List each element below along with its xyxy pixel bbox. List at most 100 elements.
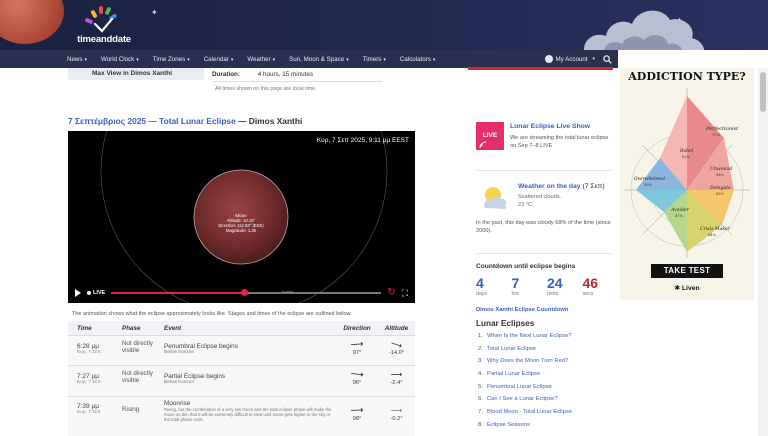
nav-item-news[interactable]: News ▾ <box>60 56 94 63</box>
nav-item-weather[interactable]: Weather ▾ <box>240 56 282 63</box>
row-altitude: -2.4° <box>390 380 403 386</box>
chevron-down-icon: ▾ <box>432 56 436 63</box>
svg-text:62%: 62% <box>716 192 725 196</box>
event-location: — Dimos Xanthi <box>235 116 303 126</box>
svg-text:Overwhelmed: Overwhelmed <box>634 177 665 182</box>
row-phase: Not directly visible <box>122 340 153 354</box>
live-show-title[interactable]: Lunar Eclipse Live Show <box>510 123 590 130</box>
divider <box>476 253 612 254</box>
ad-title: ADDICTION TYPE? <box>628 70 746 83</box>
my-account-menu[interactable]: My Account ▾ <box>544 55 595 63</box>
eclipse-sky-diagram: Moon Altitude: 10.16° Direction: 112.83°… <box>100 131 388 303</box>
header-time: Time <box>77 324 92 332</box>
row-event-sub: Below horizon <box>164 380 195 385</box>
lunar-eclipses-list: 1. When Is the Next Lunar Eclipse? 2. Tota… <box>478 333 572 435</box>
weather-history: In the past, this day was cloudy 68% of … <box>476 220 611 234</box>
site-header: timeanddate ✦ ✦ <box>0 0 768 50</box>
row-phase: Not directly visible <box>122 370 153 384</box>
accent-bar <box>468 67 613 70</box>
list-item[interactable]: 3. Why Does the Moon Turn Red? <box>478 358 572 371</box>
weather-condition: Scattered clouds. <box>518 194 562 200</box>
nav-item-sun-moon-space[interactable]: Sun, Moon & Space ▾ <box>282 56 356 63</box>
row-date: Κυρ, 7 Σεπ <box>77 410 101 415</box>
live-indicator[interactable]: LIVE <box>87 290 105 296</box>
eclipse-animation[interactable]: Moon Altitude: 10.16° Direction: 112.83°… <box>68 131 415 303</box>
fullscreen-icon[interactable]: ⛶ <box>402 288 408 298</box>
svg-text:Unwound: Unwound <box>710 166 732 172</box>
animation-timestamp: Κυρ, 7 Σεπ 2025, 9:11 μμ EEST <box>316 137 409 144</box>
direction-arrow-icon: ⟶ <box>350 404 364 416</box>
star-icon: ✦ <box>151 8 158 17</box>
svg-text:Rebel: Rebel <box>679 148 694 154</box>
chevron-down-icon: ▾ <box>84 56 87 63</box>
search-icon[interactable] <box>603 54 612 64</box>
row-event: Partial Eclipse begins <box>164 373 226 380</box>
live-show-text: We are streaming the total lunar eclipse… <box>510 135 609 149</box>
row-altitude: -0.2° <box>390 416 403 422</box>
nav-item-calendar[interactable]: Calendar ▾ <box>197 56 241 63</box>
page-scrollbar[interactable] <box>758 68 768 436</box>
nav-item-calculators[interactable]: Calculators ▾ <box>393 56 442 63</box>
chevron-down-icon: ▾ <box>187 56 190 63</box>
list-item[interactable]: 6. Can I See a Lunar Eclipse? <box>478 396 572 409</box>
list-item[interactable]: 5. Penumbral Lunar Eclipse <box>478 384 572 397</box>
row-event-sub: Rising, but the combination of a very lo… <box>164 407 332 423</box>
row-date: Κυρ, 7 Σεπ <box>77 350 101 355</box>
take-test-button[interactable]: TAKE TEST <box>651 264 723 278</box>
duration-value: 4 hours, 15 minutes <box>257 71 314 78</box>
list-item[interactable]: 8. Eclipse Seasons <box>478 422 572 435</box>
list-item[interactable]: 7. Blood Moon - Total Lunar Eclipse <box>478 409 572 422</box>
chevron-down-icon: ▾ <box>346 56 349 63</box>
site-logo[interactable]: timeanddate <box>68 4 140 48</box>
table-row: 7:27 μμ Κυρ, 7 Σεπ Not directly visible … <box>68 366 415 397</box>
header-phase: Phase <box>122 324 141 332</box>
nav-item-time-zones[interactable]: Time Zones ▾ <box>146 56 197 63</box>
countdown-hours: 7 hrs <box>511 275 520 298</box>
svg-text:75%: 75% <box>712 133 721 137</box>
direction-arrow-icon: ⟶ <box>350 338 364 350</box>
countdown-link[interactable]: Dimos Xanthi Eclipse Countdown <box>476 307 568 313</box>
moon-decoration-icon <box>0 0 64 44</box>
chevron-down-icon: ▾ <box>230 56 234 63</box>
altitude-arrow-icon: ⟶ <box>390 406 403 415</box>
replay-icon[interactable]: ↻ <box>387 288 395 298</box>
row-date: Κυρ, 7 Σεπ <box>77 380 101 385</box>
event-date-link[interactable]: 7 Σεπτέμβριος 2025 — Total Lunar Eclipse <box>68 116 236 126</box>
brand-icon: ✱ <box>674 285 682 292</box>
ad-brand: ✱ Liven <box>674 285 700 292</box>
countdown-title: Countdown until eclipse begins <box>476 263 576 270</box>
main-nav: News ▾ World Clock ▾ Time Zones ▾ Calendar ▾… <box>0 50 618 68</box>
nav-item-timers[interactable]: Timers ▾ <box>356 56 393 63</box>
svg-text:Avoider: Avoider <box>670 207 690 213</box>
animation-controls: LIVE Totality ↻ ⛶ <box>68 283 415 303</box>
lunar-eclipses-title: Lunar Eclipses <box>476 319 535 328</box>
logo-text: timeanddate <box>77 34 131 45</box>
svg-text:47%: 47% <box>675 214 684 218</box>
ad-radar-chart: Perfectionist 75% Rebel 52% Unwound 58% … <box>624 88 750 258</box>
svg-text:Delegate: Delegate <box>709 185 731 191</box>
row-direction: 97° <box>352 350 362 356</box>
list-item[interactable]: 1. When Is the Next Lunar Eclipse? <box>478 333 572 346</box>
row-time: 7:27 μμ <box>77 373 99 380</box>
scrollbar-thumb[interactable] <box>760 72 766 112</box>
list-item[interactable]: 2. Total Lunar Eclipse <box>478 346 572 359</box>
play-icon[interactable] <box>75 289 81 297</box>
timeline-handle[interactable] <box>240 289 248 296</box>
row-event: Penumbral Eclipse begins <box>164 343 238 350</box>
countdown-minutes: 24 mins <box>547 275 563 298</box>
animation-note: The animation shows what the eclipse app… <box>72 311 352 317</box>
advertisement[interactable]: ADDICTION TYPE? Perfectionist 75% Rebel … <box>620 68 754 300</box>
timeline-scrubber[interactable]: Totality <box>111 289 382 296</box>
live-show-promo[interactable]: LIVE Lunar Eclipse Live Show We are stre… <box>476 122 618 156</box>
list-item[interactable]: 4. Partial Lunar Eclipse <box>478 371 572 384</box>
nav-item-world-clock[interactable]: World Clock ▾ <box>94 56 146 63</box>
countdown-days: 4 days <box>476 275 488 298</box>
cloud-decoration-icon <box>584 10 704 50</box>
weather-title-link[interactable]: Weather on the day <box>518 183 581 190</box>
max-view-label: Max View in Dimos Xanthi <box>68 68 204 80</box>
chevron-down-icon: ▾ <box>272 56 276 63</box>
header-event: Event <box>164 324 182 332</box>
duration-label: Duration: <box>212 71 240 78</box>
chevron-down-icon: ▾ <box>136 56 139 63</box>
row-event-sub: Below horizon <box>164 350 195 355</box>
